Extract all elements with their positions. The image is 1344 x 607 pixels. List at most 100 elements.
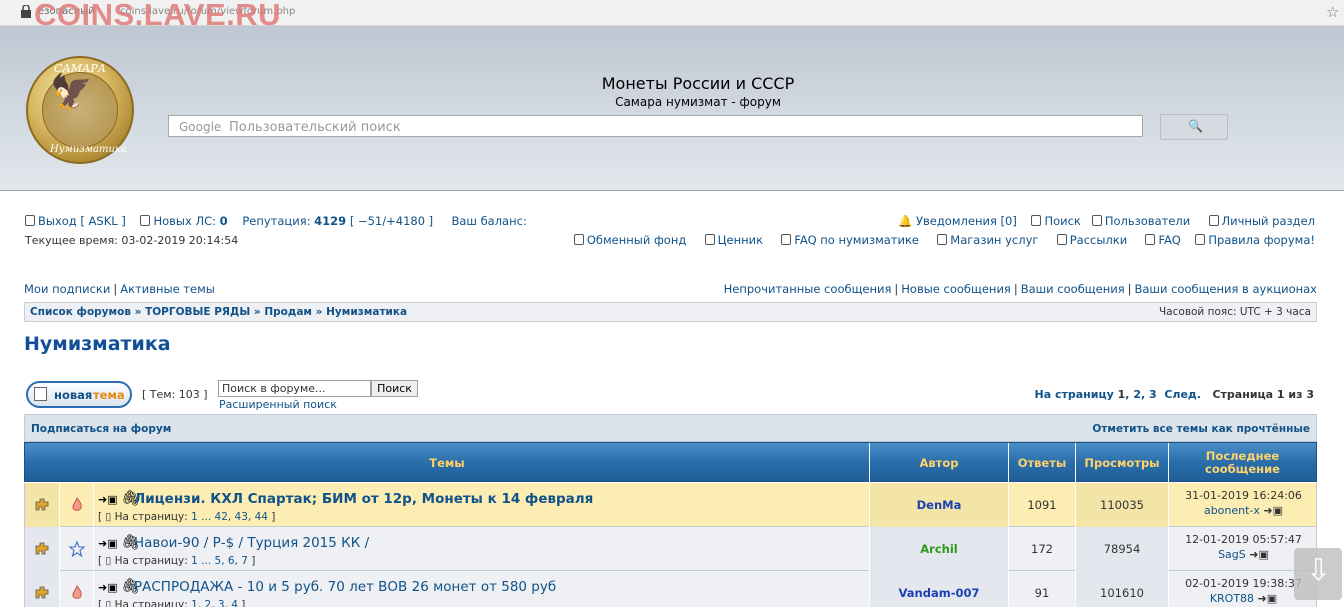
author-link[interactable]: Archil xyxy=(920,542,957,556)
topic-cell: ➜▣ 🖇 Лицензи. КХЛ Спартак; БИМ от 12р, М… xyxy=(93,483,869,527)
logout-link[interactable]: Выход [ ASKL ] xyxy=(25,214,126,228)
personal-link[interactable]: Личный раздел xyxy=(1208,214,1315,228)
views-count: 101610 xyxy=(1100,586,1144,600)
your-posts-link[interactable]: Ваши сообщения xyxy=(1021,282,1125,296)
user-icon xyxy=(1208,215,1219,226)
google-search-input[interactable]: Google Пользовательский поиск xyxy=(168,115,1143,137)
breadcrumb-trade[interactable]: ТОРГОВЫЕ РЯДЫ xyxy=(145,306,250,318)
breadcrumb-numismatics[interactable]: Нумизматика xyxy=(326,306,407,318)
active-topics-link[interactable]: Активные темы xyxy=(120,282,215,296)
notifications-link[interactable]: 🔔 Уведомления [0] xyxy=(898,214,1017,228)
google-brand: Google xyxy=(179,120,222,134)
last-post-time: 31-01-2019 16:24:06 xyxy=(1185,489,1302,502)
site-logo[interactable]: 🦅 САМАРА Нумизматика xyxy=(26,56,134,164)
topics-table-header: Темы Автор Ответы Просмотры Последнее со… xyxy=(24,442,1317,483)
last-post-cell: 31-01-2019 16:24:06 abonent-x ➜▣ xyxy=(1168,483,1318,527)
breadcrumb: Список форумов » ТОРГОВЫЕ РЯДЫ » Продам … xyxy=(24,302,1317,322)
page-title[interactable]: Нумизматика xyxy=(24,333,171,355)
mark-read-link[interactable]: Отметить все темы как прочтённые xyxy=(1092,423,1310,435)
topic-title-link[interactable]: РАСПРОДАЖА - 10 и 5 руб. 70 лет ВОВ 26 м… xyxy=(134,579,556,595)
breadcrumb-sell[interactable]: Продам xyxy=(264,306,312,318)
lock-icon xyxy=(21,5,31,18)
topic-status-icon xyxy=(25,571,59,607)
star-outline-icon xyxy=(68,540,85,558)
author-link[interactable]: Vandam-007 xyxy=(899,586,980,600)
col-views[interactable]: Просмотры xyxy=(1075,443,1168,483)
pm-count: 0 xyxy=(219,214,228,228)
your-auction-posts-link[interactable]: Ваши сообщения в аукционах xyxy=(1135,282,1318,296)
reputation-value: 4129 xyxy=(314,214,347,228)
mailings-link[interactable]: Рассылки xyxy=(1056,233,1127,247)
replies-count: 1091 xyxy=(1027,498,1057,512)
search-link[interactable]: Поиск xyxy=(1031,214,1081,228)
forum-search-button[interactable]: Поиск xyxy=(371,380,418,397)
new-topic-button[interactable]: новая тема xyxy=(26,381,132,408)
reputation-link[interactable]: Репутация: 4129 [ −51/+4180 ] xyxy=(242,214,433,228)
last-post-author[interactable]: KROT88 xyxy=(1210,592,1254,605)
col-last-post[interactable]: Последнее сообщение xyxy=(1168,443,1316,483)
page-of: Страница 1 из 3 xyxy=(1212,388,1314,401)
col-replies[interactable]: Ответы xyxy=(1008,443,1075,483)
goto-last-post-icon[interactable]: ➜▣ xyxy=(1249,548,1269,561)
page-3-link[interactable]: 3 xyxy=(1149,388,1157,401)
topic-cell: ➜▣ 🖇 РАСПРОДАЖА - 10 и 5 руб. 70 лет ВОВ… xyxy=(93,571,869,607)
unread-posts-link[interactable]: Непрочитанные сообщения xyxy=(724,282,892,296)
goto-last-post-icon[interactable]: ➜▣ xyxy=(1263,504,1283,517)
current-time: Текущее время: 03-02-2019 20:14:54 xyxy=(25,234,239,247)
col-author[interactable]: Автор xyxy=(869,443,1008,483)
last-post-author[interactable]: abonent-x xyxy=(1204,504,1260,517)
question-icon xyxy=(1145,234,1156,245)
exchange-link[interactable]: Обменный фонд xyxy=(573,233,686,247)
bell-icon: 🔔 xyxy=(898,214,913,228)
faq-link[interactable]: FAQ xyxy=(1145,233,1181,247)
google-search-button[interactable]: 🔍 xyxy=(1160,114,1228,140)
scroll-down-button[interactable]: ⇩ xyxy=(1294,548,1342,600)
next-page-link[interactable]: След. xyxy=(1164,388,1201,401)
topic-type-icon xyxy=(59,483,93,527)
author-cell: Vandam-007 xyxy=(869,571,1008,607)
faq-numismatics-link[interactable]: FAQ по нумизматике xyxy=(781,233,919,247)
advanced-search-link[interactable]: Расширенный поиск xyxy=(219,398,337,411)
site-subtitle: Самара нумизмат - форум xyxy=(615,95,781,109)
newsletter-icon xyxy=(1056,234,1067,245)
forum-actions-bar: Подписаться на форум Отметить все темы к… xyxy=(24,414,1317,442)
page-current: 1 xyxy=(1117,388,1126,401)
topic-pages: [ ▯ На страницу: 1 ... 42, 43, 44 ] xyxy=(98,511,276,523)
search-icon: 🔍 xyxy=(1188,119,1203,133)
rules-link[interactable]: Правила форума! xyxy=(1195,233,1315,247)
private-messages-link[interactable]: Новых ЛС: 0 xyxy=(140,214,228,228)
puzzle-icon xyxy=(35,498,49,511)
views-cell: 101610 xyxy=(1075,571,1168,607)
author-link[interactable]: DenMa xyxy=(917,498,962,512)
rules-icon xyxy=(1195,234,1206,245)
shop-link[interactable]: Магазин услуг xyxy=(937,233,1038,247)
breadcrumb-forums[interactable]: Список форумов xyxy=(30,306,131,318)
userbar-right-top: 🔔 Уведомления [0] Поиск Пользователи Лич… xyxy=(898,214,1315,228)
goto-last-post-icon[interactable]: ➜▣ xyxy=(1258,592,1278,605)
topic-title-link[interactable]: Лицензи. КХЛ Спартак; БИМ от 12р, Монеты… xyxy=(134,491,593,507)
page-2-link[interactable]: 2 xyxy=(1133,388,1141,401)
replies-cell: 172 xyxy=(1008,527,1075,571)
power-icon xyxy=(25,215,35,226)
users-link[interactable]: Пользователи xyxy=(1091,214,1190,228)
my-subscriptions-link[interactable]: Мои подписки xyxy=(24,282,110,296)
topic-cell: ➜▣ 🖇 Навои-90 / Р-$ / Турция 2015 КК / [… xyxy=(93,527,869,571)
search-placeholder: Пользовательский поиск xyxy=(229,120,401,135)
subscribe-link[interactable]: Подписаться на форум xyxy=(31,423,171,435)
table-row: ➜▣ 🖇 РАСПРОДАЖА - 10 и 5 руб. 70 лет ВОВ… xyxy=(24,571,1317,607)
topic-status-icon xyxy=(25,483,59,527)
author-cell: Archil xyxy=(869,527,1008,571)
col-topics[interactable]: Темы xyxy=(25,443,869,483)
site-header: 🦅 САМАРА Нумизматика Монеты России и ССС… xyxy=(0,26,1344,191)
last-post-author[interactable]: SagS xyxy=(1218,548,1246,561)
magnifier-icon xyxy=(1031,215,1042,226)
forum-search-input[interactable]: Поиск в форуме... xyxy=(218,380,371,397)
bookmark-star-icon[interactable]: ☆ xyxy=(1326,3,1339,21)
userbar-right-bottom: Обменный фонд Ценник FAQ по нумизматике … xyxy=(573,233,1315,247)
last-post-time: 12-01-2019 05:57:47 xyxy=(1185,533,1302,546)
userbar-left: Выход [ ASKL ] Новых ЛС: 0 Репутация: 41… xyxy=(25,214,527,228)
new-posts-link[interactable]: Новые сообщения xyxy=(901,282,1011,296)
topic-title-link[interactable]: Навои-90 / Р-$ / Турция 2015 КК / xyxy=(134,535,369,551)
arrow-down-icon: ⇩ xyxy=(1306,553,1332,588)
catalog-link[interactable]: Ценник xyxy=(704,233,763,247)
